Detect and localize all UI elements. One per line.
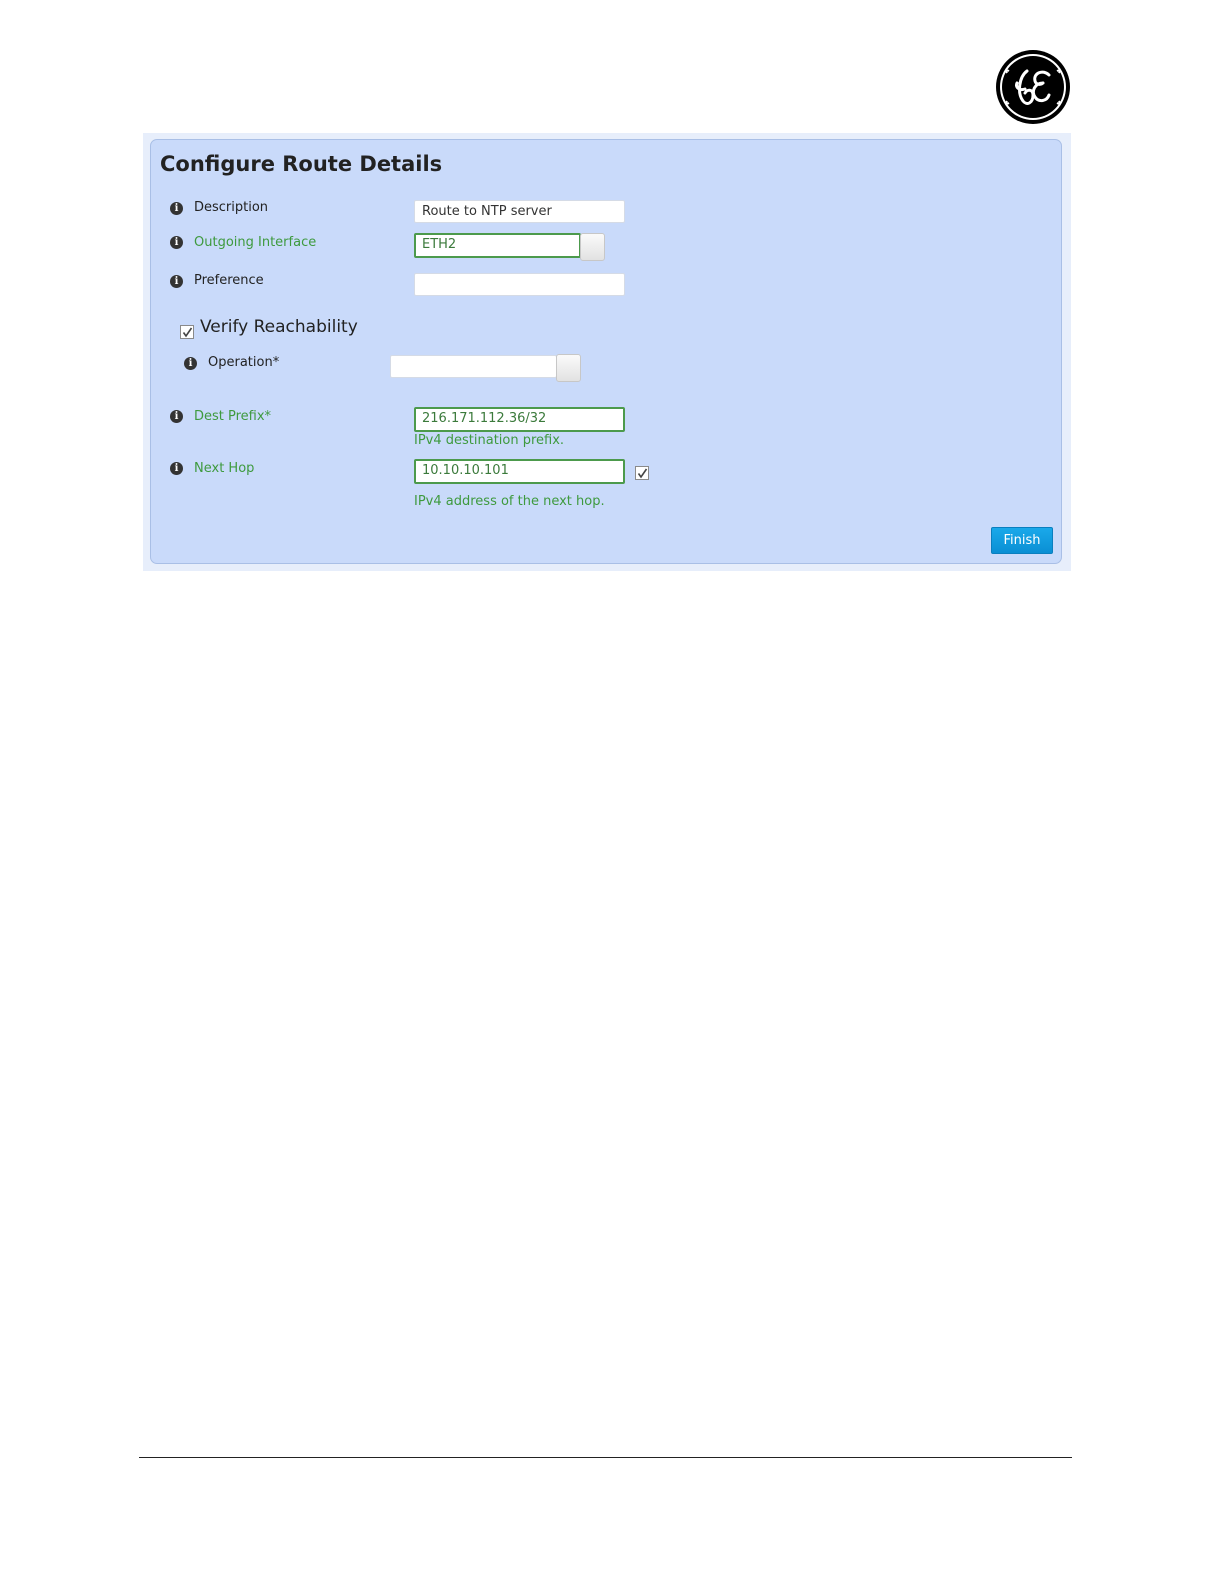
- preference-label: Preference: [194, 273, 264, 288]
- description-info-icon[interactable]: i: [170, 202, 183, 215]
- dest-prefix-label: Dest Prefix*: [194, 409, 272, 424]
- outgoing-interface-label: Outgoing Interface: [194, 235, 317, 250]
- operation-dropdown-button[interactable]: [556, 354, 581, 382]
- panel-title: Configure Route Details: [160, 152, 443, 176]
- ge-logo-icon: [996, 50, 1070, 124]
- description-input[interactable]: Route to NTP server: [414, 200, 625, 223]
- operation-info-icon[interactable]: i: [184, 357, 197, 370]
- next-hop-label: Next Hop: [194, 461, 255, 476]
- outgoing-interface-info-icon[interactable]: i: [170, 236, 183, 249]
- outgoing-interface-dropdown-button[interactable]: [580, 233, 605, 261]
- next-hop-input[interactable]: 10.10.10.101: [414, 459, 625, 484]
- next-hop-checkbox[interactable]: [635, 466, 649, 480]
- footer-divider: [139, 1457, 1072, 1458]
- description-label: Description: [194, 200, 269, 215]
- dest-prefix-hint: IPv4 destination prefix.: [414, 433, 565, 448]
- next-hop-hint: IPv4 address of the next hop.: [414, 494, 605, 509]
- next-hop-info-icon[interactable]: i: [170, 462, 183, 475]
- checkmark-icon: [182, 327, 193, 338]
- preference-info-icon[interactable]: i: [170, 275, 183, 288]
- operation-label: Operation*: [208, 355, 280, 370]
- preference-input[interactable]: [414, 273, 625, 296]
- verify-reachability-label: Verify Reachability: [200, 317, 358, 337]
- dest-prefix-input[interactable]: 216.171.112.36/32: [414, 407, 625, 432]
- outgoing-interface-combo-input[interactable]: ETH2: [414, 233, 581, 258]
- finish-button[interactable]: Finish: [991, 527, 1053, 554]
- dest-prefix-info-icon[interactable]: i: [170, 410, 183, 423]
- verify-reachability-checkbox[interactable]: [180, 325, 194, 339]
- operation-combo-input[interactable]: [390, 355, 557, 378]
- document-page: Configure Route Details i Description Ro…: [0, 0, 1224, 1584]
- checkmark-icon: [637, 468, 648, 479]
